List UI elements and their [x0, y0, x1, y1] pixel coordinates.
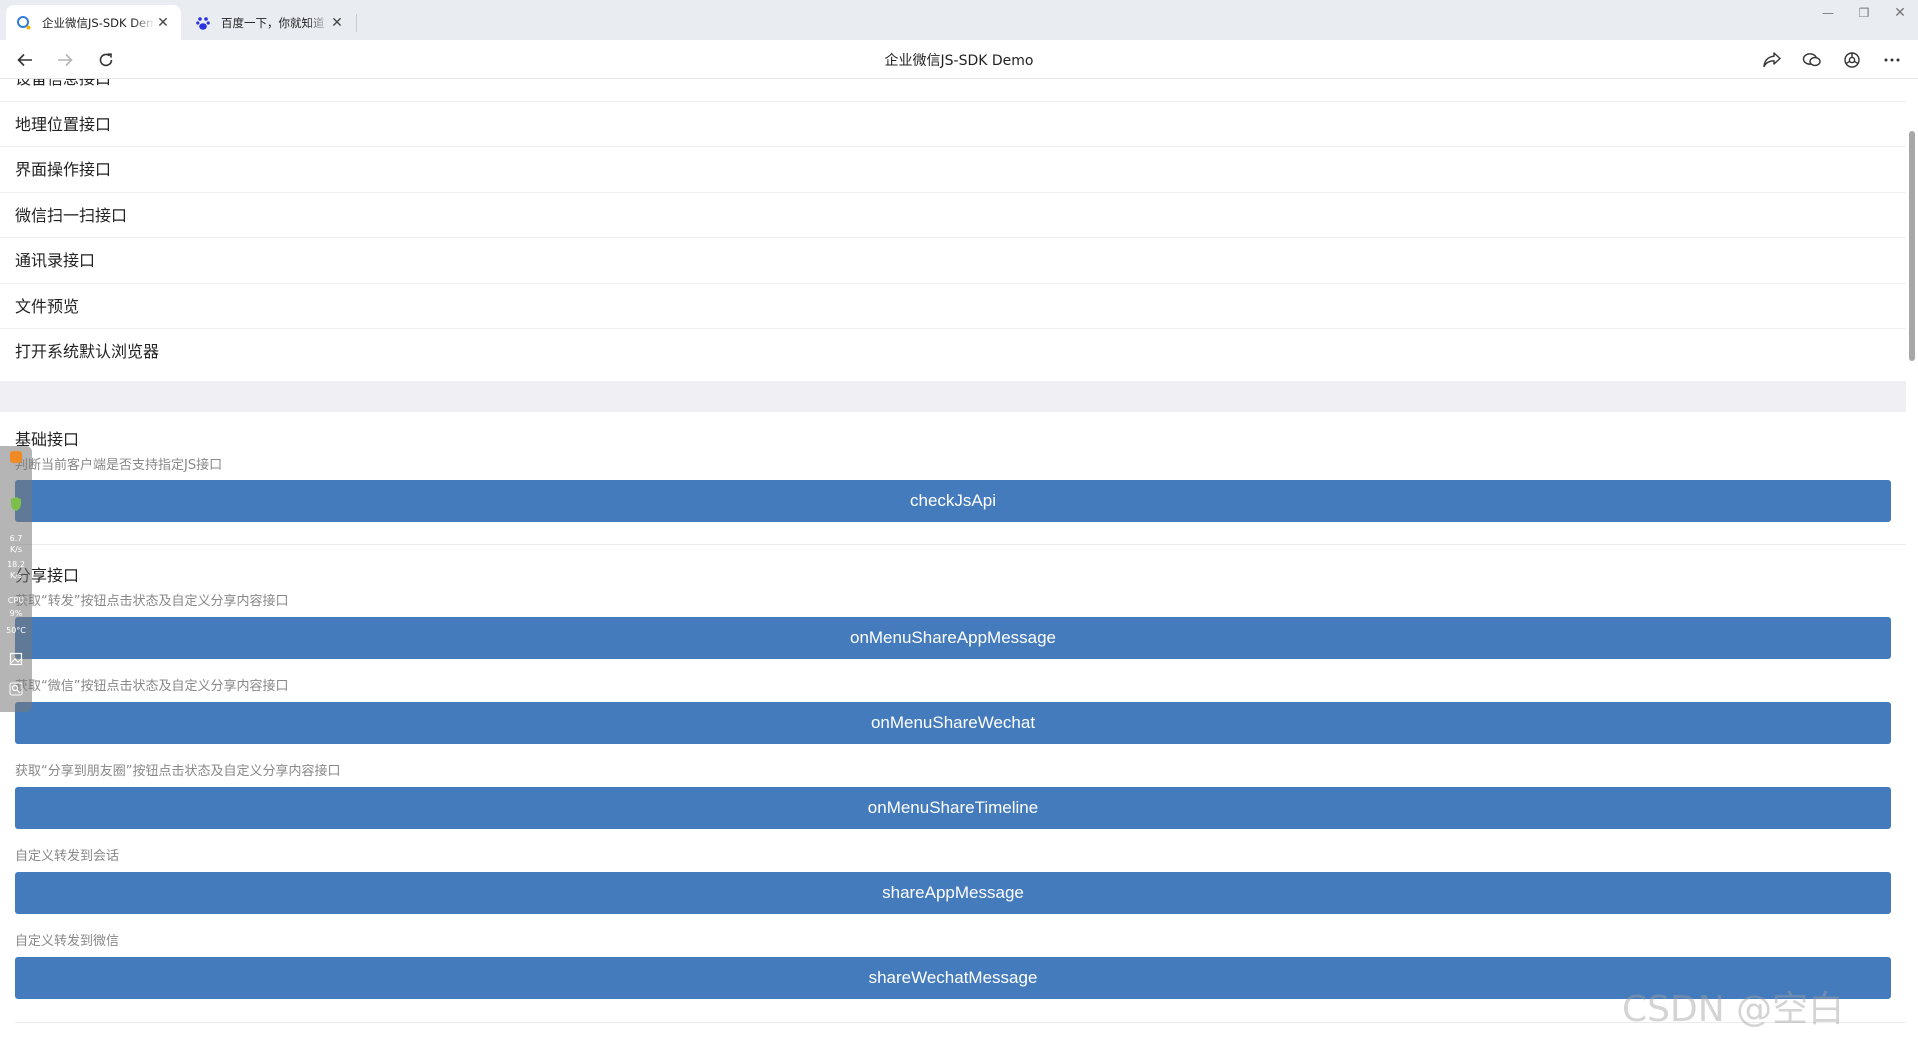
menu-item-scan[interactable]: 微信扫一扫接口: [0, 193, 1906, 238]
image-tool-icon[interactable]: [0, 652, 32, 668]
on-menu-share-app-message-button[interactable]: onMenuShareAppMessage: [15, 617, 1891, 659]
tab-baidu[interactable]: 百度一下，你就知道 ✕: [185, 5, 355, 40]
baidu-paw-icon: [195, 15, 211, 31]
page-content: 设备信息接口 地理位置接口 界面操作接口 微信扫一扫接口 通讯录接口 文件预览 …: [0, 79, 1906, 1039]
restore-icon[interactable]: ❐: [1846, 0, 1882, 26]
floating-monitor-widget[interactable]: 6.7 K/s 18.2 K/s CPU 9% 50°C: [0, 446, 32, 712]
on-menu-share-timeline-button[interactable]: onMenuShareTimeline: [15, 787, 1891, 829]
cpu-label: CPU: [7, 596, 25, 605]
tab-bar: 企业微信JS-SDK Demo ✕ 百度一下，你就知道 ✕ — ❐ ✕: [0, 0, 1918, 40]
chat-icon[interactable]: [1800, 49, 1824, 71]
shield-icon: [0, 496, 32, 514]
share-icon[interactable]: [1760, 49, 1784, 71]
tab-separator: [356, 14, 357, 32]
extension-icon[interactable]: [1840, 49, 1864, 71]
upload-speed: 18.2: [7, 560, 25, 569]
close-tab-icon[interactable]: ✕: [155, 15, 171, 31]
api-description: 判断当前客户端是否支持指定JS接口: [15, 458, 223, 473]
download-speed: 6.7: [9, 534, 23, 543]
api-description: 获取“分享到朋友圈”按钮点击状态及自定义分享内容接口: [15, 764, 341, 779]
share-wechat-message-button[interactable]: shareWechatMessage: [15, 957, 1891, 999]
cpu-usage: 9%: [9, 609, 23, 618]
minimize-icon[interactable]: —: [1810, 0, 1846, 26]
upload-unit: K/s: [9, 571, 23, 580]
menu-item-file-preview[interactable]: 文件预览: [0, 284, 1906, 329]
share-app-message-button[interactable]: shareAppMessage: [15, 872, 1891, 914]
navigation-bar: 企业微信JS-SDK Demo: [0, 40, 1918, 79]
section-gap: [0, 381, 1906, 412]
api-description: 自定义转发到微信: [15, 934, 120, 949]
tab-active[interactable]: 企业微信JS-SDK Demo ✕: [6, 5, 181, 40]
cpu-temperature: 50°C: [6, 626, 26, 635]
menu-item-open-browser[interactable]: 打开系统默认浏览器: [0, 329, 1906, 375]
tab-title: 企业微信JS-SDK Demo: [42, 15, 155, 30]
section-divider: [15, 544, 1906, 545]
api-description: 获取“转发”按钮点击状态及自定义分享内容接口: [15, 594, 289, 609]
on-menu-share-wechat-button[interactable]: onMenuShareWechat: [15, 702, 1891, 744]
csdn-watermark: CSDN @空白: [1622, 989, 1845, 1030]
scrollbar-thumb[interactable]: [1909, 131, 1915, 361]
window-close-icon[interactable]: ✕: [1882, 0, 1918, 26]
api-menu-list: 设备信息接口 地理位置接口 界面操作接口 微信扫一扫接口 通讯录接口 文件预览 …: [0, 79, 1906, 375]
vertical-scrollbar[interactable]: [1906, 79, 1918, 1039]
menu-item-location[interactable]: 地理位置接口: [0, 102, 1906, 147]
page-title: 企业微信JS-SDK Demo: [884, 53, 1034, 69]
check-js-api-button[interactable]: checkJsApi: [15, 480, 1891, 522]
menu-item-device-info[interactable]: 设备信息接口: [0, 79, 1906, 102]
download-unit: K/s: [9, 545, 23, 554]
menu-item-ui-operations[interactable]: 界面操作接口: [0, 147, 1906, 193]
wecom-icon: [16, 15, 32, 31]
more-icon[interactable]: [1880, 49, 1904, 71]
menu-item-contacts[interactable]: 通讯录接口: [0, 238, 1906, 284]
api-description: 自定义转发到会话: [15, 849, 120, 864]
app-badge-icon: [0, 450, 32, 466]
close-tab-icon[interactable]: ✕: [329, 15, 345, 31]
tab-title: 百度一下，你就知道: [221, 15, 325, 30]
search-icon[interactable]: [0, 682, 32, 698]
api-description: 获取“微信”按钮点击状态及自定义分享内容接口: [15, 679, 289, 694]
